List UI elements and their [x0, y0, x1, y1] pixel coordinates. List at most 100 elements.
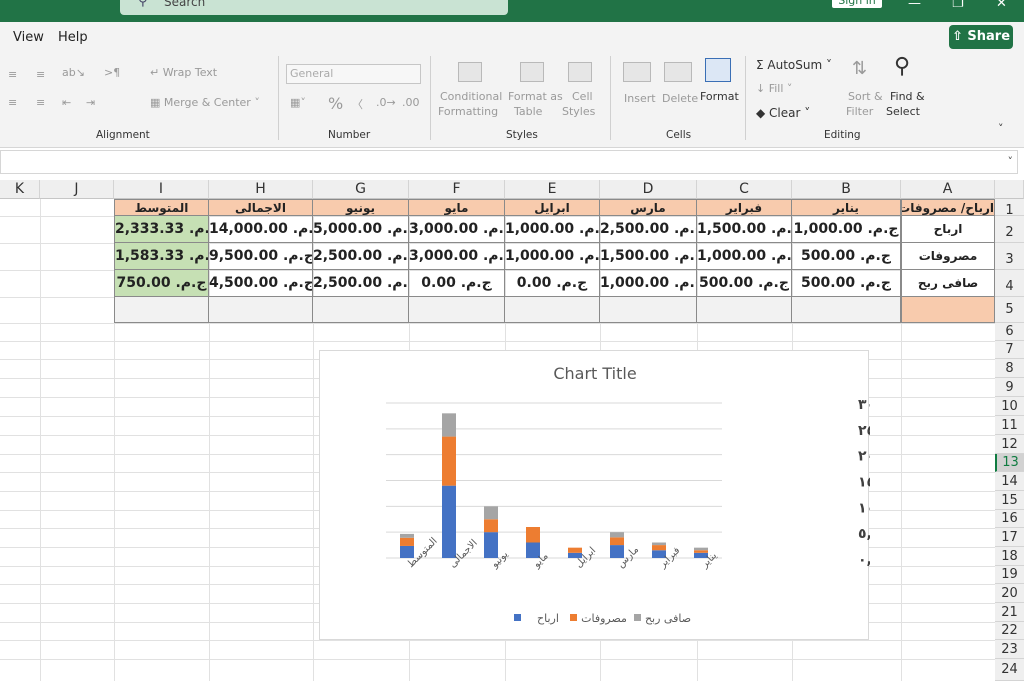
number-format-select[interactable]: General: [286, 64, 421, 84]
table-cell-empty[interactable]: [409, 297, 505, 323]
column-title[interactable]: الاجمالى: [209, 199, 313, 216]
find-select-label-2[interactable]: Select: [886, 105, 920, 118]
table-cell[interactable]: ج.م. 0.00: [505, 270, 600, 297]
table-cell[interactable]: ج.م. 2,500.00: [600, 216, 697, 243]
sort-filter-label-2[interactable]: Filter: [846, 105, 873, 118]
table-cell[interactable]: ج.م. 2,333.33: [114, 216, 209, 243]
row-header-24[interactable]: 24: [995, 659, 1024, 681]
column-header-k[interactable]: K: [0, 180, 40, 199]
column-title[interactable]: يناير: [792, 199, 901, 216]
table-cell[interactable]: ج.م. 1,000.00: [505, 243, 600, 270]
row-header-11[interactable]: 11: [995, 416, 1024, 435]
column-title[interactable]: مارس: [600, 199, 697, 216]
table-cell-empty[interactable]: [697, 297, 792, 323]
format-button[interactable]: Format: [700, 90, 739, 103]
comma-style-icon[interactable]: 〈: [352, 96, 363, 112]
increase-indent-icon[interactable]: ⇥: [86, 96, 95, 109]
row-header-9[interactable]: 9: [995, 378, 1024, 397]
expand-formula-icon[interactable]: ˅: [1008, 155, 1014, 168]
row-label[interactable]: صافى ربح: [901, 270, 995, 297]
column-title[interactable]: ابرايل: [505, 199, 600, 216]
row-header-14[interactable]: 14: [995, 472, 1024, 491]
format-as-table-label-2[interactable]: Table: [514, 105, 542, 118]
decrease-decimal-icon[interactable]: .00: [402, 96, 420, 109]
row-header-19[interactable]: 19: [995, 566, 1024, 584]
table-cell[interactable]: ج.م. 14,000.00: [209, 216, 313, 243]
table-cell-empty[interactable]: [505, 297, 600, 323]
minimize-icon[interactable]: —: [908, 0, 921, 11]
row-header-22[interactable]: 22: [995, 622, 1024, 640]
row-label[interactable]: مصروفات: [901, 243, 995, 270]
column-header-b[interactable]: B: [792, 180, 901, 199]
clear-button[interactable]: ◆ Clear ˅: [756, 106, 810, 120]
table-cell[interactable]: ج.م. 3,000.00: [409, 216, 505, 243]
column-title[interactable]: فبراير: [697, 199, 792, 216]
table-cell[interactable]: ج.م. 1,500.00: [697, 216, 792, 243]
row-header-5[interactable]: 5: [995, 297, 1024, 323]
insert-button[interactable]: Insert: [624, 92, 656, 105]
row-header-7[interactable]: 7: [995, 341, 1024, 359]
cell-styles-label-1[interactable]: Cell: [572, 90, 593, 103]
table-cell-empty[interactable]: [114, 297, 209, 323]
table-cell-empty[interactable]: [600, 297, 697, 323]
column-title[interactable]: يونيو: [313, 199, 409, 216]
table-cell[interactable]: ج.م. 1,583.33: [114, 243, 209, 270]
row-header-12[interactable]: 12: [995, 435, 1024, 454]
conditional-formatting-label-2[interactable]: Formatting: [438, 105, 498, 118]
table-cell[interactable]: ج.م. 2,500.00: [313, 270, 409, 297]
row-label[interactable]: ارباح: [901, 216, 995, 243]
formula-bar[interactable]: ˅: [0, 150, 1018, 174]
conditional-formatting-label-1[interactable]: Conditional: [440, 90, 502, 103]
chart[interactable]: Chart Title ج.م. ٠,٠٠ ج.م. ٥,٠٠٠,٠٠ ج.م. ١٠…: [319, 350, 870, 640]
column-header-f[interactable]: F: [409, 180, 505, 199]
table-cell-empty[interactable]: [792, 297, 901, 323]
table-cell[interactable]: ج.م. 1,000.00: [505, 216, 600, 243]
merge-center-button[interactable]: ▦ Merge & Center ˅: [150, 96, 260, 109]
row-header-3[interactable]: 3: [995, 243, 1024, 270]
cell-styles-label-2[interactable]: Styles: [562, 105, 595, 118]
align-center-icon[interactable]: ≡: [36, 96, 45, 109]
menu-help[interactable]: Help: [58, 30, 88, 45]
row-label-header[interactable]: ارباح/ مصروفات: [901, 199, 995, 216]
column-header-a[interactable]: A: [901, 180, 995, 199]
table-cell[interactable]: ج.م. 1,000.00: [600, 270, 697, 297]
row-header-17[interactable]: 17: [995, 528, 1024, 547]
find-select-label-1[interactable]: Find &: [890, 90, 925, 103]
column-header-h[interactable]: H: [209, 180, 313, 199]
close-icon[interactable]: ✕: [996, 0, 1007, 11]
column-title[interactable]: المتوسط: [114, 199, 209, 216]
table-cell-empty[interactable]: [313, 297, 409, 323]
row-header-21[interactable]: 21: [995, 603, 1024, 622]
table-cell[interactable]: ج.م. 1,000.00: [697, 243, 792, 270]
restore-icon[interactable]: ❐: [952, 0, 964, 11]
align-top-icon[interactable]: ≡: [8, 68, 17, 81]
text-direction-icon[interactable]: >¶: [104, 66, 120, 79]
fill-button[interactable]: ↓ Fill ˅: [756, 82, 792, 95]
decrease-indent-icon[interactable]: ⇤: [62, 96, 71, 109]
row-header-15[interactable]: 15: [995, 491, 1024, 510]
table-cell[interactable]: ج.م. 4,500.00: [209, 270, 313, 297]
align-middle-icon[interactable]: ≡: [36, 68, 45, 81]
table-cell[interactable]: ج.م. 9,500.00: [209, 243, 313, 270]
column-header-g[interactable]: G: [313, 180, 409, 199]
column-header-e[interactable]: E: [505, 180, 600, 199]
sign-in-button[interactable]: Sign in: [832, 0, 882, 8]
row-header-8[interactable]: 8: [995, 359, 1024, 378]
column-header-c[interactable]: C: [697, 180, 792, 199]
delete-button[interactable]: Delete: [662, 92, 698, 105]
increase-decimal-icon[interactable]: .0→: [376, 96, 396, 109]
collapse-ribbon-icon[interactable]: ˅: [998, 122, 1004, 135]
row-header-23[interactable]: 23: [995, 640, 1024, 659]
table-cell-empty[interactable]: [209, 297, 313, 323]
row-header-20[interactable]: 20: [995, 584, 1024, 603]
menu-view[interactable]: View: [13, 30, 44, 45]
column-header-d[interactable]: D: [600, 180, 697, 199]
table-cell[interactable]: ج.م. 3,000.00: [409, 243, 505, 270]
table-cell[interactable]: ج.م. 0.00: [409, 270, 505, 297]
table-cell[interactable]: ج.م. 500.00: [697, 270, 792, 297]
column-header-j[interactable]: J: [40, 180, 114, 199]
column-title[interactable]: مايو: [409, 199, 505, 216]
table-cell[interactable]: ج.م. 5,000.00: [313, 216, 409, 243]
row-header-16[interactable]: 16: [995, 510, 1024, 528]
currency-icon[interactable]: ▦˅: [290, 96, 306, 109]
